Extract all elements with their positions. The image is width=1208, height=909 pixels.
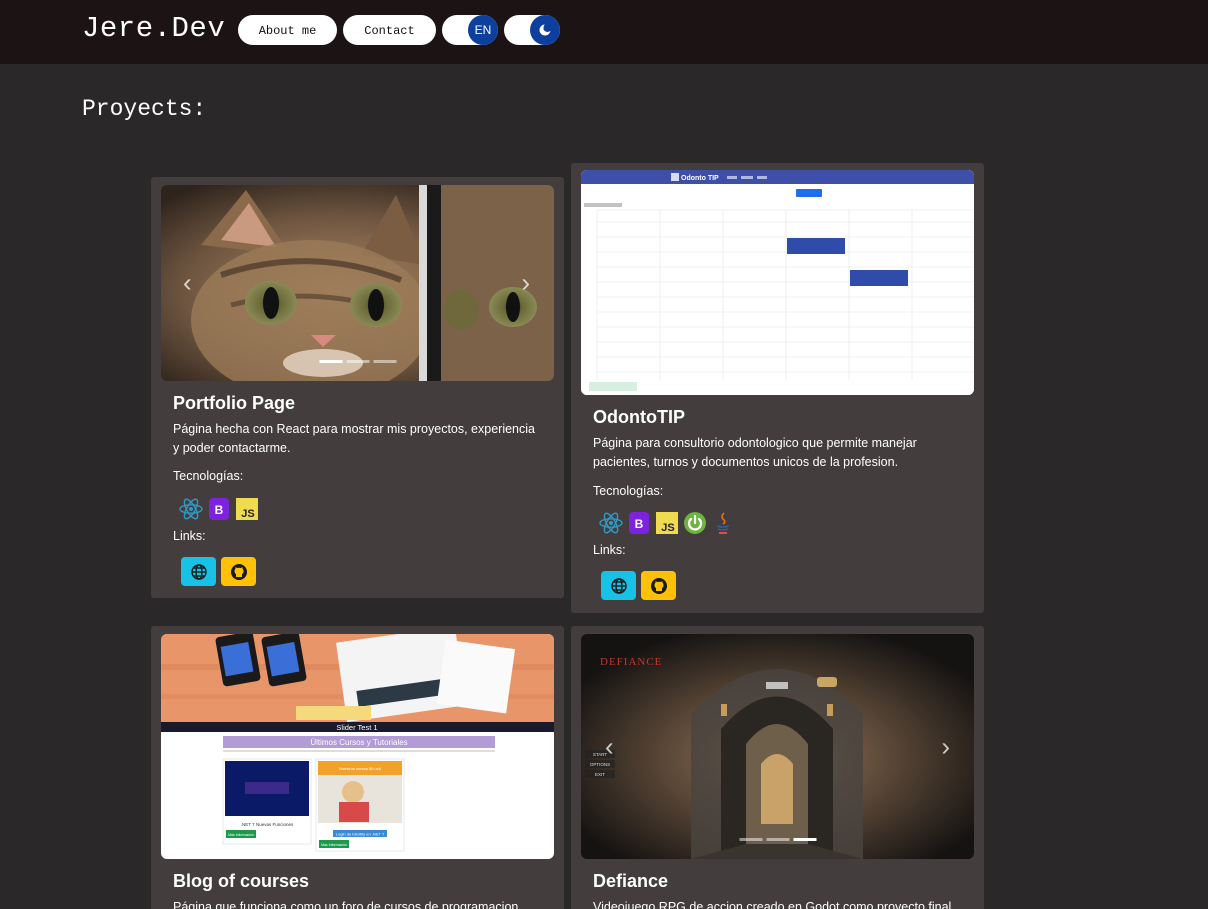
react-icon — [179, 497, 203, 521]
project-description: Página que funciona como un foro de curs… — [173, 900, 519, 909]
contact-button[interactable]: Contact — [343, 15, 436, 45]
project-screenshot[interactable]: Slider Test 1 Últimos Cursos y Tutoriale… — [161, 634, 554, 859]
project-card-blog: Slider Test 1 Últimos Cursos y Tutoriale… — [151, 626, 564, 909]
github-link-button[interactable] — [641, 571, 676, 600]
carousel-indicator[interactable] — [319, 360, 342, 363]
svg-text:JS: JS — [661, 522, 674, 534]
project-title: Defiance — [593, 871, 669, 891]
links-label: Links: — [593, 543, 626, 557]
project-description: Videojuego RPG de accion creado en Godot… — [593, 900, 952, 909]
project-title: Blog of courses — [173, 871, 310, 891]
svg-text:Nuestros cursos $9 usd: Nuestros cursos $9 usd — [339, 766, 381, 771]
carousel-indicators — [739, 838, 816, 841]
svg-text:Login de Identity en .NET 7: Login de Identity en .NET 7 — [336, 832, 385, 837]
javascript-icon: JS — [655, 511, 679, 535]
project-card-odontotip: Odonto TIP OdontoTIP Página para consult… — [571, 163, 984, 613]
svg-text:B: B — [635, 517, 644, 531]
links-list — [601, 571, 676, 600]
game-screenshot: DEFIANCE START OPTIONS EXIT — [581, 634, 974, 859]
project-title: OdontoTIP — [593, 407, 685, 427]
odontotip-header: Odonto TIP — [681, 175, 719, 182]
svg-text:DEFIANCE: DEFIANCE — [600, 656, 662, 668]
carousel-indicator[interactable] — [739, 838, 762, 841]
java-icon — [711, 511, 735, 535]
website-link-button[interactable] — [181, 557, 216, 586]
carousel-indicators — [319, 360, 396, 363]
calendar-screenshot: Odonto TIP — [581, 170, 974, 395]
project-screenshot[interactable]: Odonto TIP — [581, 170, 974, 395]
github-link-button[interactable] — [221, 557, 256, 586]
globe-icon — [610, 577, 627, 594]
bootstrap-icon: B — [627, 511, 651, 535]
website-link-button[interactable] — [601, 571, 636, 600]
carousel-prev-icon[interactable]: ‹ — [183, 268, 192, 299]
cat-photo — [161, 185, 554, 381]
project-title: Portfolio Page — [173, 393, 296, 413]
tech-list: B JS — [599, 511, 735, 535]
project-card-portfolio: ‹ › Portfolio Page Página hecha con Reac… — [151, 177, 564, 598]
language-toggle-knob: EN — [468, 15, 498, 45]
project-description: Página hecha con React para mostrar mis … — [173, 422, 535, 455]
about-me-button[interactable]: About me — [238, 15, 337, 45]
svg-text:.NET 7 Nuevas Funciones: .NET 7 Nuevas Funciones — [241, 822, 294, 827]
carousel-prev-icon[interactable]: ‹ — [605, 731, 614, 762]
links-label: Links: — [173, 529, 206, 543]
svg-text:B: B — [215, 503, 224, 517]
svg-text:Más Información: Más Información — [321, 843, 347, 847]
javascript-icon: JS — [235, 497, 259, 521]
spring-icon — [683, 511, 707, 535]
section-title: Proyects: — [82, 96, 207, 122]
github-icon — [230, 563, 247, 580]
carousel-indicator[interactable] — [346, 360, 369, 363]
technologies-label: Tecnologías: — [593, 484, 664, 498]
carousel-next-icon[interactable]: › — [941, 731, 950, 762]
project-description: Página para consultorio odontologico que… — [593, 436, 917, 469]
carousel-indicator[interactable] — [793, 838, 816, 841]
bootstrap-icon: B — [207, 497, 231, 521]
svg-text:Más Información: Más Información — [228, 833, 254, 837]
svg-text:Slider Test 1: Slider Test 1 — [336, 723, 377, 732]
globe-icon — [190, 563, 207, 580]
brand-logo[interactable]: Jere.Dev — [82, 12, 225, 45]
project-carousel[interactable]: DEFIANCE START OPTIONS EXIT ‹ › — [581, 634, 974, 859]
project-card-defiance: DEFIANCE START OPTIONS EXIT ‹ › Defiance… — [571, 626, 984, 909]
svg-text:Últimos Cursos y Tutoriales: Últimos Cursos y Tutoriales — [310, 738, 407, 747]
carousel-indicator[interactable] — [373, 360, 396, 363]
svg-text:JS: JS — [241, 508, 254, 520]
tech-list: B JS — [179, 497, 259, 521]
github-icon — [650, 577, 667, 594]
links-list — [181, 557, 256, 586]
carousel-next-icon[interactable]: › — [521, 268, 530, 299]
blog-screenshot: Slider Test 1 Últimos Cursos y Tutoriale… — [161, 634, 554, 852]
moon-icon — [530, 15, 560, 45]
react-icon — [599, 511, 623, 535]
svg-text:EXIT: EXIT — [595, 772, 605, 777]
project-carousel[interactable]: ‹ › — [161, 185, 554, 381]
navbar: Jere.Dev About me Contact EN — [0, 0, 1208, 64]
theme-toggle[interactable] — [504, 15, 560, 45]
language-toggle[interactable]: EN — [442, 15, 498, 45]
technologies-label: Tecnologías: — [173, 469, 244, 483]
carousel-indicator[interactable] — [766, 838, 789, 841]
svg-text:OPTIONS: OPTIONS — [590, 762, 610, 767]
